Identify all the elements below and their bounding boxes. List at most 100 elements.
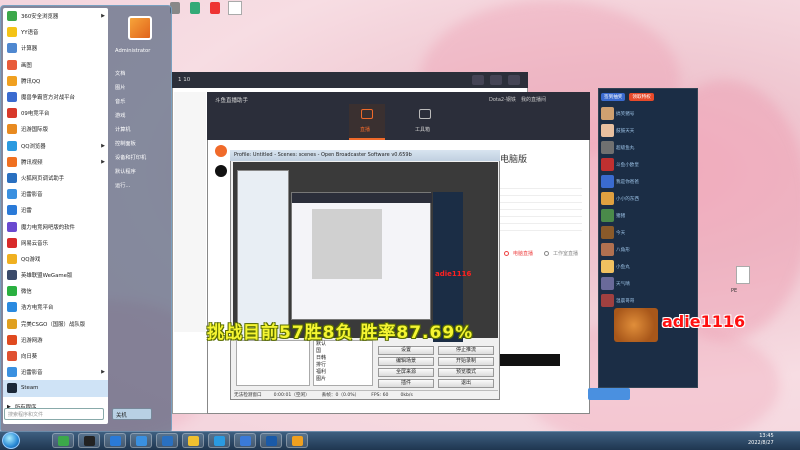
taskbar-app-icon[interactable] (52, 433, 74, 448)
start-menu-item[interactable]: Steam (3, 380, 108, 397)
start-menu-item[interactable]: 360安全浏览器 ▶ (3, 8, 108, 24)
start-menu-item[interactable]: 浩方电竞平台 (3, 299, 108, 315)
fullscreen-source-button[interactable]: 全屏来源 (378, 368, 434, 377)
start-menu-place[interactable]: 游戏 (110, 108, 170, 122)
chat-message[interactable]: 搞笑猪号 (599, 105, 697, 122)
chat-username[interactable]: 斗鱼小欧皇 (616, 162, 639, 168)
user-avatar[interactable] (601, 141, 614, 154)
volume-bar[interactable] (500, 354, 560, 366)
chat-message[interactable]: 鼓鼓天天 (599, 122, 697, 139)
user-avatar[interactable] (601, 192, 614, 205)
start-menu-item[interactable]: 迅雷 (3, 202, 108, 218)
scene-list[interactable]: 默认 国 日韩 排行 福利 图片 (313, 340, 373, 386)
scene-item[interactable]: 福利 (314, 369, 372, 376)
user-avatar[interactable] (601, 277, 614, 290)
start-menu-item[interactable]: 完美CSGO（国服）战队版 (3, 316, 108, 332)
start-menu-item[interactable]: 画图 (3, 57, 108, 73)
tab-live[interactable]: 直播 (349, 104, 385, 140)
start-search-input[interactable]: 搜索程序和文件 (4, 408, 104, 420)
scene-item[interactable]: 排行 (314, 362, 372, 369)
gear-icon[interactable] (490, 75, 502, 85)
taskbar-app-icon[interactable] (234, 433, 256, 448)
chat-username[interactable]: 八角形 (616, 247, 630, 253)
start-menu-place[interactable]: 默认程序 (110, 164, 170, 178)
chat-message[interactable]: 天气晴 (599, 275, 697, 292)
clock[interactable]: 13:45 2022/8/27 (748, 433, 774, 447)
taskbar-app-icon[interactable] (260, 433, 282, 448)
user-avatar[interactable] (601, 107, 614, 120)
user-avatar[interactable] (601, 158, 614, 171)
edit-scene-button[interactable]: 编辑场景 (378, 357, 434, 366)
settings-button[interactable]: 设置 (378, 346, 434, 355)
taskbar-app-icon[interactable] (182, 433, 204, 448)
stop-stream-button[interactable]: 停止推流 (438, 346, 494, 355)
chat-username[interactable]: 小小的东西 (616, 196, 639, 202)
start-menu-place[interactable]: 图片 (110, 80, 170, 94)
preview-mode-button[interactable]: 预览模式 (438, 368, 494, 377)
start-menu-place[interactable]: 音乐 (110, 94, 170, 108)
start-menu-place[interactable]: 计算机 (110, 122, 170, 136)
start-menu-item[interactable]: 迅雷影音 ▶ (3, 364, 108, 380)
chat-username[interactable]: 猪猪 (616, 213, 625, 219)
app-icon[interactable] (190, 2, 200, 14)
start-menu-item[interactable]: 微信 (3, 283, 108, 299)
mode-option-pc[interactable]: 电脑直播 (504, 250, 533, 257)
chat-username[interactable]: 温晨哥哥 (616, 298, 634, 304)
taskbar-app-icon[interactable] (286, 433, 308, 448)
window-icon[interactable] (508, 75, 520, 85)
chat-username[interactable]: 小鱼丸 (616, 264, 630, 270)
start-menu-item[interactable]: 网易云音乐 (3, 235, 108, 251)
start-menu-place[interactable]: 设备和打印机 (110, 150, 170, 164)
start-menu-place[interactable]: 文档 (110, 66, 170, 80)
douyu-my-room[interactable]: 我的直播间 (521, 96, 546, 103)
user-avatar[interactable] (601, 226, 614, 239)
start-menu-item[interactable]: 英雄联盟WeGame版 (3, 267, 108, 283)
start-menu-item[interactable]: 计算器 (3, 40, 108, 56)
scene-item[interactable]: 日韩 (314, 355, 372, 362)
user-avatar[interactable] (601, 260, 614, 273)
start-menu-item[interactable]: 火狐网页调试助手 (3, 170, 108, 186)
taskbar-app-icon[interactable] (104, 433, 126, 448)
chat-username[interactable]: 超级鱼丸 (616, 145, 634, 151)
start-menu-item[interactable]: 腾讯QQ (3, 73, 108, 89)
chat-username[interactable]: 天气晴 (616, 281, 630, 287)
user-avatar[interactable] (601, 124, 614, 137)
start-button[interactable] (2, 432, 20, 449)
user-avatar[interactable] (601, 175, 614, 188)
start-menu-item[interactable]: YY语音 (3, 24, 108, 40)
start-record-button[interactable]: 开始录制 (438, 357, 494, 366)
shutdown-button[interactable]: 关机 (112, 408, 152, 420)
chat-message[interactable]: 猪猪 (599, 207, 697, 224)
taskbar-app-icon[interactable] (130, 433, 152, 448)
chat-message[interactable]: 超级鱼丸 (599, 139, 697, 156)
chat-message[interactable]: 温晨哥哥 (599, 292, 697, 309)
start-menu-item[interactable]: 魔力电竞网吧版的软件 (3, 218, 108, 234)
start-menu-place[interactable]: Administrator (110, 44, 170, 58)
tab-toolbox[interactable]: 工具箱 (407, 104, 443, 140)
mode-option-studio[interactable]: 工作室直播 (544, 250, 578, 257)
start-menu-item[interactable]: QQ浏览器 ▶ (3, 138, 108, 154)
privilege-button[interactable]: 领取特权 (629, 93, 654, 101)
start-menu-item[interactable]: 迅游国际版 (3, 121, 108, 137)
app-icon[interactable] (210, 2, 220, 14)
chat-username[interactable]: 鼓鼓天天 (616, 128, 634, 134)
user-avatar[interactable] (601, 294, 614, 307)
user-avatar[interactable] (601, 243, 614, 256)
chat-username[interactable]: 今天 (616, 230, 625, 236)
start-menu-item[interactable]: 09电竞平台 (3, 105, 108, 121)
taskbar-app-icon[interactable] (208, 433, 230, 448)
user-avatar[interactable] (601, 209, 614, 222)
chat-message[interactable]: 今天 (599, 224, 697, 241)
scene-item[interactable]: 国 (314, 348, 372, 355)
douyu-game[interactable]: Dota2-钢铁 (489, 96, 516, 103)
start-menu-item[interactable]: 迅雷影音 (3, 186, 108, 202)
file-icon[interactable] (228, 1, 242, 15)
douyu-action-button[interactable] (588, 388, 630, 400)
chat-message[interactable]: 我是你爸爸 (599, 173, 697, 190)
start-menu-item[interactable]: 迅游网游 (3, 332, 108, 348)
plugins-button[interactable]: 插件 (378, 379, 434, 388)
start-menu-item[interactable]: 魔兽争霸官方对战平台 (3, 89, 108, 105)
start-menu-item[interactable]: 向日葵 (3, 348, 108, 364)
checkin-button[interactable]: 签到抽奖 (601, 93, 626, 101)
start-menu-place[interactable]: 控制面板 (110, 136, 170, 150)
